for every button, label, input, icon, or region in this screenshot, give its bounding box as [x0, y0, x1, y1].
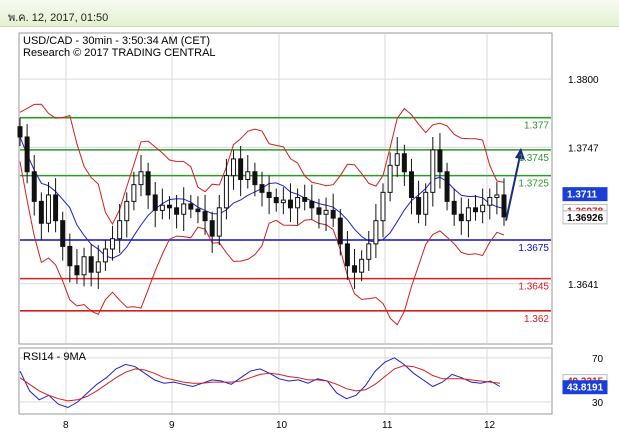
candle-body [451, 200, 457, 215]
candle-body [188, 203, 194, 210]
candle-body [216, 207, 222, 237]
candle-body [53, 194, 59, 222]
rsi-value-tag-label: 43.8191 [567, 383, 604, 394]
candle-body [174, 207, 180, 215]
candle-body [373, 220, 379, 245]
key-level-label: 1.3675 [518, 243, 549, 254]
candle-body [195, 208, 201, 213]
candle-body [280, 199, 286, 204]
candle-body [252, 171, 258, 186]
key-level-label: 1.362 [524, 314, 549, 325]
x-tick-label: 8 [63, 420, 69, 431]
x-tick-label: 11 [382, 420, 393, 431]
x-tick-label: 10 [276, 420, 288, 431]
candle-body [102, 248, 108, 263]
candle-body [124, 200, 130, 222]
candle-body [166, 204, 172, 209]
candle-body [181, 203, 187, 215]
candle-body [423, 191, 429, 215]
candle-body [223, 175, 229, 209]
key-level-label: 1.3645 [518, 282, 549, 293]
candle-body [430, 149, 436, 193]
chart-header-line-2: Research © 2017 TRADING CENTRAL [23, 47, 216, 59]
candle-body [295, 197, 301, 209]
candle-body [487, 197, 493, 206]
candle-body [416, 197, 422, 215]
candle-body [494, 194, 500, 199]
price-tag-label: 1.3711 [567, 190, 597, 201]
candle-body [138, 171, 144, 186]
candle-body [60, 220, 66, 247]
candle-body [323, 209, 329, 215]
candle-body [408, 171, 414, 199]
candle-body [501, 194, 507, 218]
candle-body [131, 184, 137, 202]
candle-body [45, 194, 51, 224]
candle-body [202, 211, 208, 222]
candle-body [444, 171, 450, 202]
candle-body [159, 204, 165, 211]
candle-body [337, 217, 343, 245]
chart-window: พ.ค. 12, 2017, 01:50 8 9 10 11 12 1.3800 1.374… [0, 0, 619, 445]
price-tag-label: 1.36926 [567, 213, 604, 224]
candle-body [88, 256, 94, 273]
candle-body [465, 207, 471, 222]
candle-body [74, 265, 80, 276]
candle-body [366, 243, 372, 260]
candle-body [152, 194, 158, 211]
key-level-label: 1.377 [524, 121, 549, 132]
candle-body [480, 204, 486, 213]
candle-body [95, 261, 101, 273]
candle-body [266, 191, 272, 199]
candle-body [401, 153, 407, 173]
candle-body [359, 258, 365, 273]
candle-body [259, 184, 265, 193]
candle-body [380, 191, 386, 222]
candle-body [145, 171, 151, 196]
candle-body [231, 158, 237, 177]
candle-body [24, 136, 30, 173]
candle-body [344, 243, 350, 267]
candle-body [473, 207, 479, 213]
candle-body [245, 171, 251, 180]
candle-body [458, 213, 464, 222]
candle-body [31, 171, 37, 202]
candle-body [330, 209, 336, 219]
y-tick-label: 1.3641 [568, 280, 599, 291]
candle-body [287, 199, 293, 209]
candle-body [117, 220, 123, 240]
rsi-tick-label: 30 [592, 398, 604, 409]
chart-canvas: 8 9 10 11 12 1.3800 1.3747 1.3641 1.377 1.3745 1.3… [17, 32, 608, 431]
candle-body [238, 158, 244, 180]
candle-body [110, 238, 116, 250]
y-tick-label: 1.3747 [568, 143, 599, 154]
candle-body [209, 220, 215, 237]
key-level-label: 1.3725 [518, 179, 549, 190]
x-tick-label: 9 [169, 420, 175, 431]
candle-body [352, 265, 358, 273]
chart-header-line-1: USD/CAD - 30min - 3:50:34 AM (CET) [23, 35, 210, 47]
rsi-tick-label: 70 [592, 354, 604, 365]
candle-body [38, 200, 44, 224]
candle-body [437, 149, 443, 173]
x-tick-label: 12 [484, 420, 496, 431]
candle-body [316, 207, 322, 215]
candle-body [17, 126, 23, 138]
candle-body [67, 245, 73, 267]
candle-body [309, 200, 315, 209]
candle-body [81, 256, 87, 276]
rsi-header: RSI14 - 9MA [23, 351, 87, 363]
candle-body [394, 153, 400, 166]
candle-body [387, 164, 393, 193]
candle-body [273, 197, 279, 204]
y-tick-label: 1.3800 [568, 75, 599, 86]
key-level-label: 1.3745 [518, 153, 549, 164]
candle-body [302, 197, 308, 202]
